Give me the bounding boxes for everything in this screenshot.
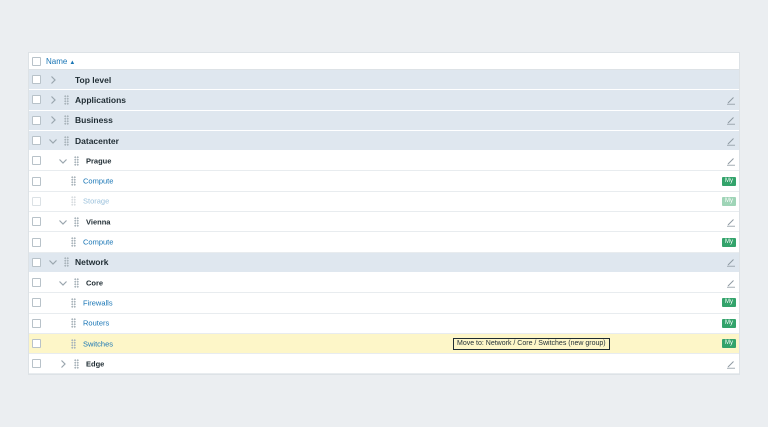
my-badge: My xyxy=(722,237,736,247)
pencil-icon[interactable] xyxy=(726,156,736,166)
row-label: Edge xyxy=(86,359,105,369)
leaf-row: Compute My xyxy=(29,171,739,192)
drag-handle-icon[interactable] xyxy=(64,257,69,268)
drag-handle-icon[interactable] xyxy=(64,115,69,126)
row-label[interactable]: Storage xyxy=(83,197,109,206)
row-label: Vienna xyxy=(86,217,111,227)
pencil-icon[interactable] xyxy=(726,217,736,227)
pencil-icon[interactable] xyxy=(726,95,736,105)
pencil-icon[interactable] xyxy=(726,115,736,125)
pencil-icon[interactable] xyxy=(726,278,736,288)
leaf-row: Storage My xyxy=(29,192,739,213)
chevron-right-icon[interactable] xyxy=(48,115,58,125)
group-row: Network xyxy=(29,252,739,273)
chevron-down-icon[interactable] xyxy=(48,257,58,267)
my-badge: My xyxy=(722,339,736,348)
drag-handle-icon[interactable] xyxy=(71,196,76,207)
leaf-row: Firewalls My xyxy=(29,293,739,314)
row-checkbox[interactable] xyxy=(32,278,41,288)
drag-handle-icon[interactable] xyxy=(71,338,76,349)
chevron-down-icon[interactable] xyxy=(58,217,68,227)
row-checkbox[interactable] xyxy=(32,156,41,166)
my-badge: My xyxy=(722,196,736,206)
select-all-checkbox[interactable] xyxy=(32,57,41,66)
row-label[interactable]: Compute xyxy=(83,238,113,247)
row-label: Business xyxy=(75,115,113,126)
tree-rows: Top level Applications Business Datacenter P… xyxy=(29,70,739,375)
drag-handle-icon[interactable] xyxy=(74,216,79,227)
drag-handle-icon[interactable] xyxy=(64,94,69,105)
row-checkbox[interactable] xyxy=(32,359,41,369)
row-checkbox[interactable] xyxy=(32,237,41,247)
drop-target-tooltip: Move to: Network / Core / Switches (new … xyxy=(453,337,610,350)
pencil-icon[interactable] xyxy=(726,257,736,267)
subgroup-row: Vienna xyxy=(29,212,739,233)
drag-handle-icon[interactable] xyxy=(74,277,79,288)
drag-handle-icon[interactable] xyxy=(74,155,79,166)
row-checkbox[interactable] xyxy=(32,176,41,186)
row-label[interactable]: Compute xyxy=(83,177,113,186)
pencil-icon[interactable] xyxy=(726,136,736,146)
row-checkbox[interactable] xyxy=(32,298,41,308)
chevron-down-icon[interactable] xyxy=(48,136,58,146)
group-row: Top level xyxy=(29,70,739,91)
row-checkbox[interactable] xyxy=(32,95,41,105)
drag-handle-icon[interactable] xyxy=(71,297,76,308)
leaf-row: Switches Move to: Network / Core / Switch… xyxy=(29,333,739,355)
chevron-right-icon[interactable] xyxy=(48,95,58,105)
row-checkbox[interactable] xyxy=(32,318,41,328)
row-checkbox[interactable] xyxy=(32,196,41,206)
row-label[interactable]: Firewalls xyxy=(83,298,113,307)
row-checkbox[interactable] xyxy=(32,115,41,125)
my-badge: My xyxy=(722,176,736,186)
row-checkbox[interactable] xyxy=(32,136,41,146)
groups-tree-table: Name ▲ Top level Applications Business Datac… xyxy=(28,52,740,376)
drag-handle-icon[interactable] xyxy=(64,135,69,146)
drag-handle-icon[interactable] xyxy=(74,358,79,369)
table-header: Name ▲ xyxy=(29,53,739,70)
chevron-down-icon[interactable] xyxy=(58,156,68,166)
row-label[interactable]: Switches xyxy=(83,339,113,348)
row-label[interactable]: Routers xyxy=(83,319,109,328)
leaf-row: Routers My xyxy=(29,314,739,334)
row-checkbox[interactable] xyxy=(32,75,41,85)
group-row: Business xyxy=(29,110,739,131)
row-label: Datacenter xyxy=(75,135,119,146)
row-checkbox[interactable] xyxy=(32,217,41,227)
group-row: Applications xyxy=(29,90,739,111)
row-label: Network xyxy=(75,257,109,268)
row-checkbox[interactable] xyxy=(32,339,41,348)
drag-handle-icon[interactable] xyxy=(71,237,76,248)
row-label: Top level xyxy=(75,74,112,85)
pencil-icon[interactable] xyxy=(726,359,736,369)
subgroup-row: Edge xyxy=(29,354,739,375)
group-row: Datacenter xyxy=(29,130,739,152)
chevron-down-icon[interactable] xyxy=(58,278,68,288)
subgroup-row: Prague xyxy=(29,151,739,172)
row-checkbox[interactable] xyxy=(32,257,41,267)
leaf-row: Compute My xyxy=(29,232,739,253)
my-badge: My xyxy=(722,318,736,328)
drag-handle-icon[interactable] xyxy=(71,176,76,187)
row-label: Prague xyxy=(86,156,112,166)
row-label: Core xyxy=(86,278,104,288)
row-label: Applications xyxy=(75,94,127,105)
sort-ascending-icon: ▲ xyxy=(69,60,76,66)
my-badge: My xyxy=(722,298,736,308)
drag-handle-icon[interactable] xyxy=(71,318,76,329)
sort-by-name-link[interactable]: Name ▲ xyxy=(46,57,75,66)
chevron-right-icon[interactable] xyxy=(58,359,68,369)
chevron-right-icon[interactable] xyxy=(48,75,58,85)
sort-label: Name xyxy=(46,57,68,66)
subgroup-row: Core xyxy=(29,273,739,294)
